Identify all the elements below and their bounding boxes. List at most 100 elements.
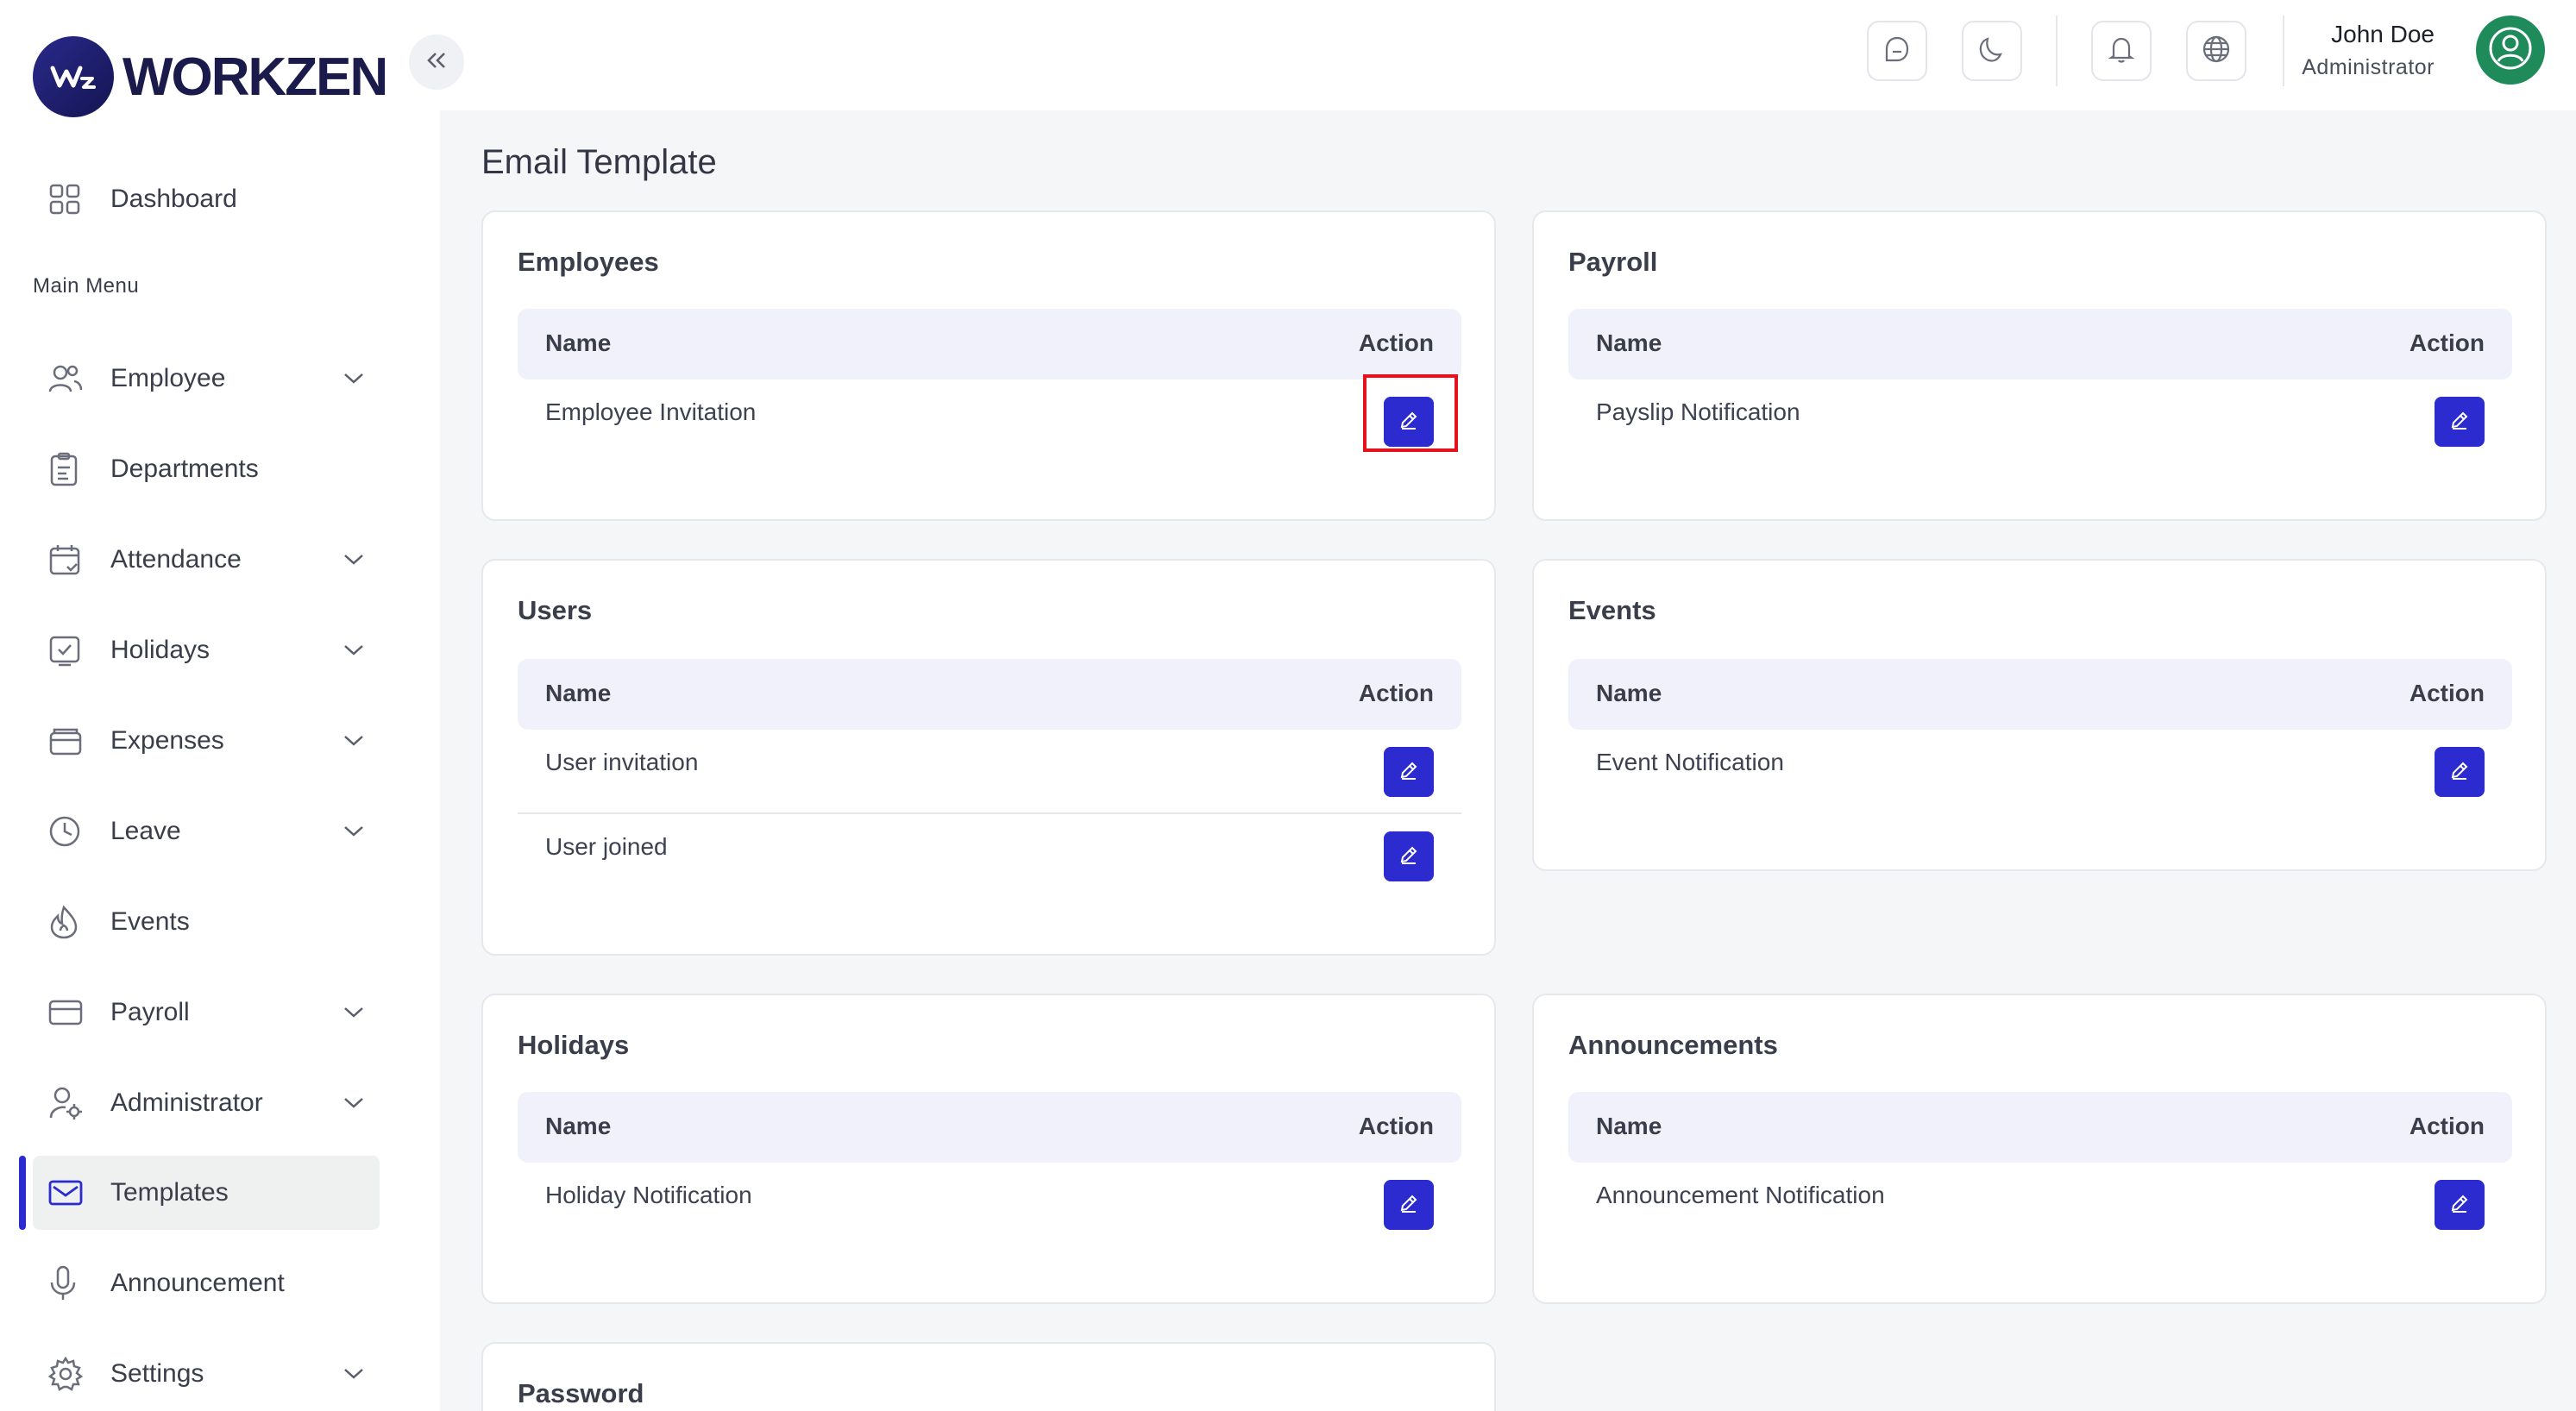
- edit-button[interactable]: [1384, 831, 1434, 881]
- chevron-down-icon: [328, 1096, 380, 1110]
- card-title: Events: [1568, 595, 1656, 625]
- card-title: Holidays: [518, 1030, 630, 1060]
- collapse-sidebar-button[interactable]: [409, 34, 464, 90]
- sidebar-item-dashboard[interactable]: Dashboard: [33, 162, 380, 236]
- calendar-tick-icon: [33, 634, 102, 667]
- grid-icon: [33, 183, 102, 216]
- chevron-down-icon: [328, 372, 380, 386]
- sidebar-item-label: Dashboard: [110, 185, 237, 213]
- chevron-down-icon: [328, 1006, 380, 1019]
- edit-button[interactable]: [2435, 1180, 2485, 1230]
- sidebar-item-label: Holidays: [110, 636, 210, 664]
- gear-icon: [33, 1357, 102, 1391]
- chevron-down-icon: [328, 1367, 380, 1381]
- user-role: Administrator: [2302, 55, 2435, 79]
- sidebar-item-settings[interactable]: Settings: [33, 1337, 380, 1411]
- active-indicator: [19, 1156, 26, 1230]
- sidebar-item-label: Attendance: [110, 545, 242, 574]
- user-gear-icon: [33, 1086, 102, 1120]
- divider: [2283, 16, 2284, 86]
- clock-icon: [33, 815, 102, 848]
- column-header-name: Name: [545, 329, 612, 356]
- column-header-name: Name: [545, 680, 612, 706]
- sidebar-item-expenses[interactable]: Expenses: [33, 704, 380, 778]
- template-name: Announcement Notification: [1596, 1182, 1885, 1208]
- sidebar-item-employee[interactable]: Employee: [33, 342, 380, 416]
- theme-toggle-button[interactable]: [1962, 21, 2022, 81]
- table-row: Event Notification: [1568, 730, 2512, 814]
- sidebar-item-label: Expenses: [110, 726, 224, 755]
- mail-icon: [33, 1179, 102, 1207]
- sidebar-item-holidays[interactable]: Holidays: [33, 613, 380, 687]
- template-name: User joined: [545, 833, 668, 860]
- sidebar-item-templates[interactable]: Templates: [33, 1156, 380, 1230]
- column-header-action: Action: [1358, 680, 1434, 706]
- card-title: Payroll: [1568, 247, 1658, 277]
- sidebar-item-administrator[interactable]: Administrator: [33, 1066, 380, 1140]
- table-header: Name Action: [518, 309, 1461, 379]
- chat-button[interactable]: [1867, 21, 1927, 81]
- table-header: Name Action: [1568, 1092, 2512, 1163]
- chevron-down-icon: [328, 825, 380, 838]
- section-label: Main Menu: [33, 274, 140, 298]
- avatar[interactable]: [2476, 16, 2545, 85]
- flame-icon: [33, 905, 102, 939]
- card-title: Announcements: [1568, 1030, 1778, 1060]
- column-header-action: Action: [2409, 329, 2485, 356]
- pencil-icon: [1398, 843, 1420, 870]
- table-row: User joined: [518, 814, 1461, 899]
- logo[interactable]: WORKZEN: [33, 36, 388, 117]
- column-header-action: Action: [1358, 1113, 1434, 1139]
- card-events: Events Name Action Event Notification: [1532, 559, 2547, 871]
- pencil-icon: [1398, 409, 1420, 436]
- card-title: Users: [518, 595, 593, 625]
- card-employees: Employees Name Action Employee Invitatio…: [481, 210, 1496, 521]
- topbar: John Doe Administrator: [440, 0, 2576, 110]
- pencil-icon: [2448, 1192, 2471, 1219]
- sidebar-item-departments[interactable]: Departments: [33, 432, 380, 506]
- edit-button[interactable]: [2435, 397, 2485, 447]
- column-header-action: Action: [2409, 1113, 2485, 1139]
- table-header: Name Action: [518, 1092, 1461, 1163]
- pencil-icon: [1398, 759, 1420, 786]
- credit-card-icon: [33, 999, 102, 1026]
- template-name: Holiday Notification: [545, 1182, 752, 1208]
- sidebar-item-label: Announcement: [110, 1269, 285, 1297]
- wallet-icon: [33, 725, 102, 756]
- sidebar-item-attendance[interactable]: Attendance: [33, 523, 380, 597]
- notifications-button[interactable]: [2091, 21, 2152, 81]
- table-row: Announcement Notification: [1568, 1163, 2512, 1247]
- user-icon: [2487, 25, 2534, 76]
- logo-mark-icon: [33, 36, 114, 117]
- table-row: Employee Invitation: [518, 374, 1461, 464]
- brand-name: WORKZEN: [123, 47, 388, 107]
- user-name[interactable]: John Doe: [2331, 21, 2435, 48]
- sidebar-item-announcement[interactable]: Announcement: [33, 1246, 380, 1320]
- edit-button[interactable]: [1384, 747, 1434, 797]
- pencil-icon: [1398, 1192, 1420, 1219]
- chevron-down-icon: [328, 553, 380, 567]
- sidebar-item-payroll[interactable]: Payroll: [33, 975, 380, 1050]
- table-row: Payslip Notification: [1568, 379, 2512, 464]
- template-name: Event Notification: [1596, 749, 1784, 775]
- column-header-name: Name: [1596, 329, 1662, 356]
- sidebar: WORKZEN Dashboard Main Menu Employee Dep…: [0, 0, 440, 1411]
- edit-button[interactable]: [1384, 397, 1434, 447]
- globe-icon: [2201, 34, 2232, 69]
- column-header-action: Action: [1358, 329, 1434, 356]
- moon-icon: [1976, 34, 2007, 69]
- double-chevron-left-icon: [424, 51, 449, 74]
- microphone-icon: [33, 1265, 102, 1301]
- sidebar-item-label: Settings: [110, 1359, 204, 1388]
- sidebar-item-leave[interactable]: Leave: [33, 794, 380, 869]
- template-name: User invitation: [545, 749, 699, 775]
- calendar-check-icon: [33, 543, 102, 576]
- edit-button[interactable]: [1384, 1180, 1434, 1230]
- page-title: Email Template: [481, 143, 717, 181]
- language-button[interactable]: [2186, 21, 2246, 81]
- table-header: Name Action: [1568, 309, 2512, 379]
- column-header-action: Action: [2409, 680, 2485, 706]
- sidebar-item-events[interactable]: Events: [33, 885, 380, 959]
- table-row: Holiday Notification: [518, 1163, 1461, 1247]
- edit-button[interactable]: [2435, 747, 2485, 797]
